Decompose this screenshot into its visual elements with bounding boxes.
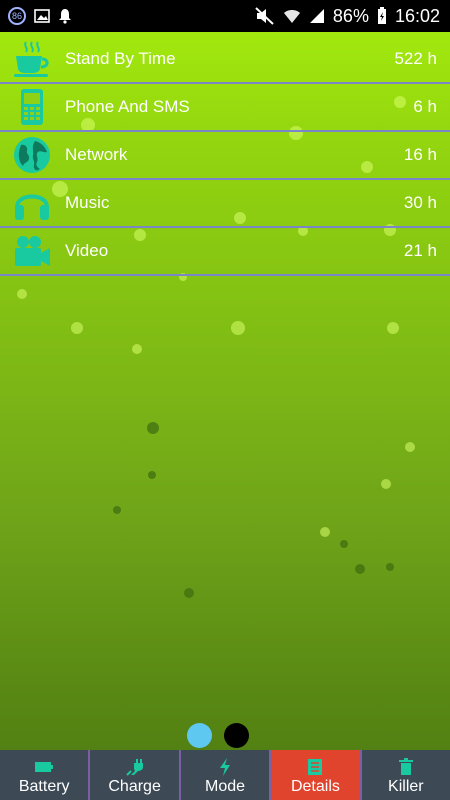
globe-icon [12, 135, 52, 175]
list-item-video[interactable]: Video 21 h [0, 228, 450, 276]
mute-icon [255, 7, 274, 25]
clock: 16:02 [394, 5, 440, 26]
list-item-network[interactable]: Network 16 h [0, 132, 450, 180]
list-item-music[interactable]: Music 30 h [0, 180, 450, 228]
tab-label: Charge [108, 778, 161, 795]
list-item-value: 16 h [403, 145, 437, 164]
document-icon [307, 756, 323, 778]
list-item-label: Video [65, 241, 109, 260]
tab-mode[interactable]: Mode [181, 750, 272, 800]
bell-icon [59, 9, 71, 24]
coffee-cup-icon [12, 39, 52, 79]
tab-label: Battery [18, 778, 70, 795]
list-item-value: 522 h [394, 49, 437, 68]
tab-label: Mode [205, 778, 246, 795]
list-item-label: Stand By Time [65, 49, 176, 68]
list-item-value: 6 h [413, 97, 437, 116]
list-item-value: 30 h [403, 193, 437, 212]
page-dot-active[interactable] [187, 723, 212, 748]
battery-percent: 86% [332, 5, 369, 26]
page-dot-inactive[interactable] [224, 723, 249, 748]
phone-icon [12, 87, 52, 127]
trash-icon [398, 756, 413, 778]
signal-icon [309, 9, 324, 23]
battery-icon [34, 756, 54, 778]
list-item-phone-and-sms[interactable]: Phone And SMS 6 h [0, 84, 450, 132]
tab-killer[interactable]: Killer [362, 750, 450, 800]
tab-battery[interactable]: Battery [0, 750, 91, 800]
headphones-icon [12, 183, 52, 223]
list-item-label: Music [65, 193, 110, 212]
list-item-label: Phone And SMS [65, 97, 190, 116]
list-item-label: Network [65, 145, 128, 164]
list-item-value: 21 h [403, 241, 437, 260]
plug-icon [125, 756, 144, 778]
notification-badge-icon: 86 [8, 7, 26, 25]
status-bar: 86 86% 16:02 [0, 0, 450, 32]
tab-label: Details [290, 778, 340, 795]
tab-charge[interactable]: Charge [90, 750, 181, 800]
page-indicator [187, 723, 249, 748]
list-item-stand-by-time[interactable]: Stand By Time 522 h [0, 36, 450, 84]
tab-label: Killer [388, 778, 424, 795]
bolt-icon [219, 756, 231, 778]
image-icon [34, 9, 50, 23]
wifi-icon [283, 10, 300, 23]
bottom-tab-bar: Battery Charge Mode Details Killer [0, 750, 450, 800]
battery-charging-icon [377, 7, 386, 24]
tab-details[interactable]: Details [271, 750, 362, 800]
video-camera-icon [12, 231, 52, 271]
